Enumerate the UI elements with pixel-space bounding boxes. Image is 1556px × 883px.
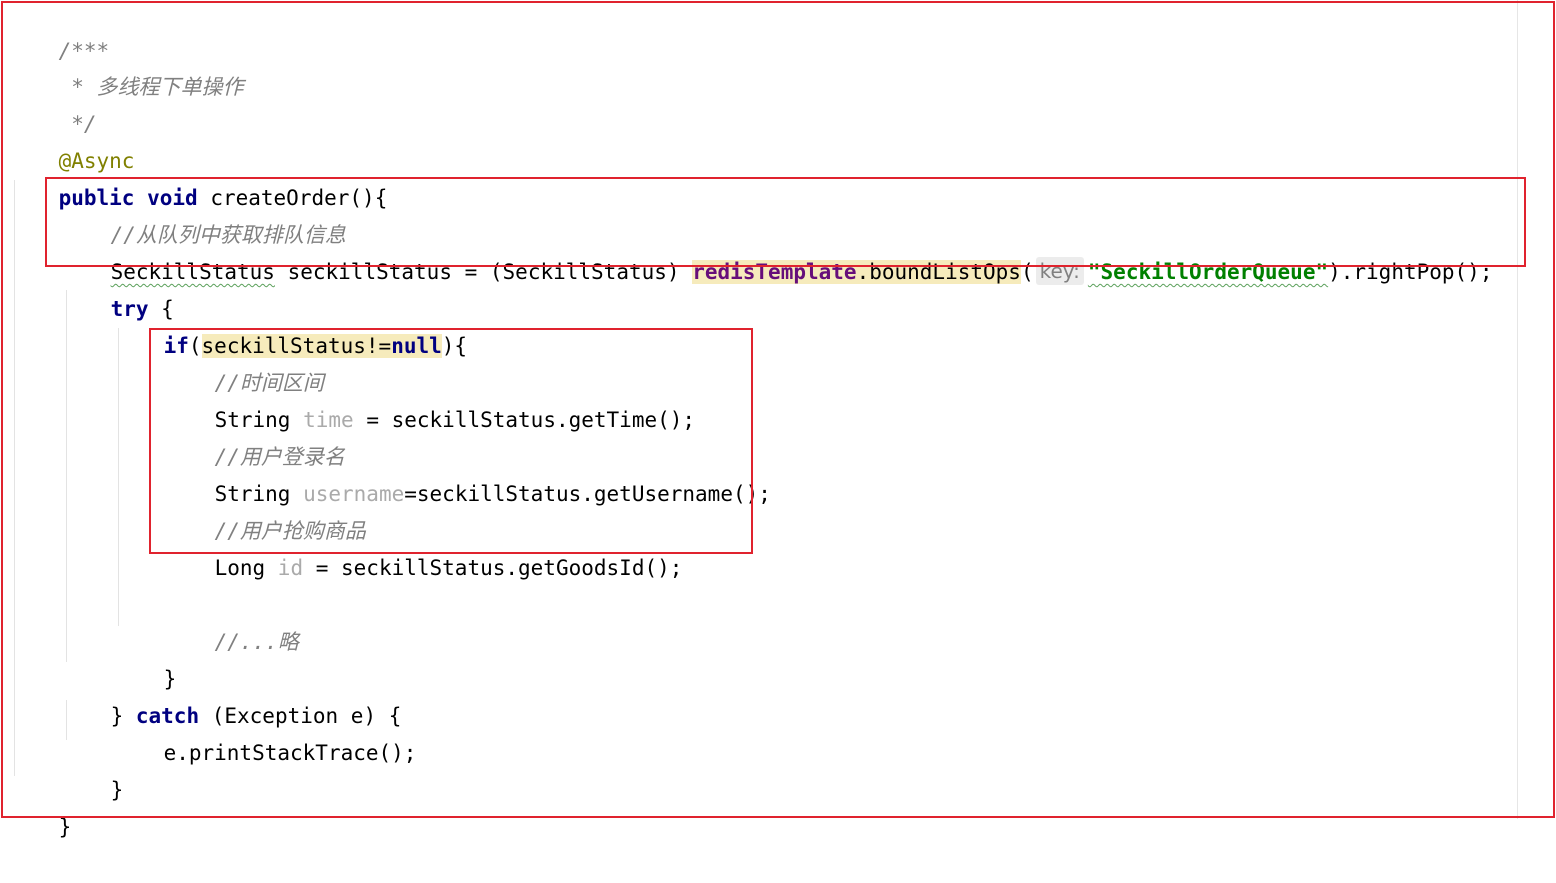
outer-frame xyxy=(1,1,1555,818)
code-editor[interactable]: /*** * 多线程下单操作 */ @Async public void cre… xyxy=(0,0,1556,839)
